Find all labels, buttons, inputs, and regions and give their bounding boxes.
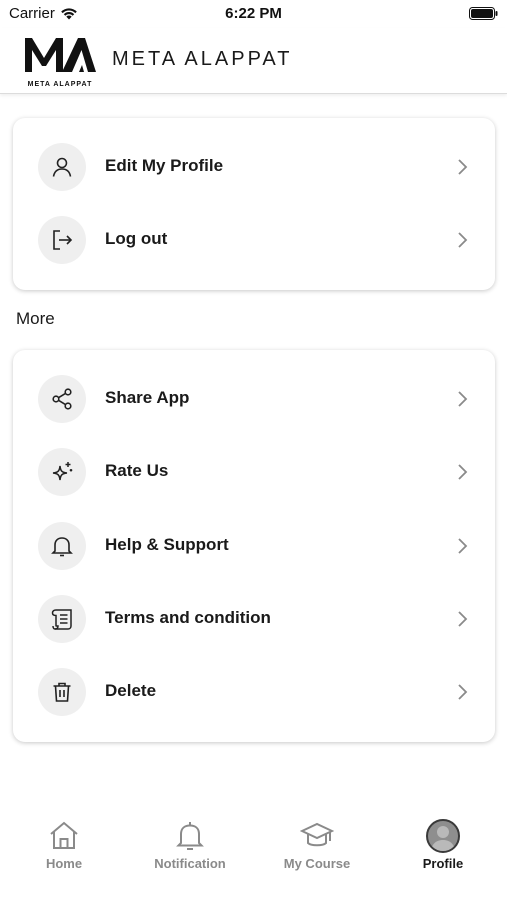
tab-profile[interactable]: Profile: [388, 819, 498, 879]
logout-icon: [38, 216, 86, 264]
user-icon: [38, 143, 86, 191]
chevron-right-icon: [458, 159, 468, 175]
chevron-right-icon: [458, 391, 468, 407]
more-menu-card: Share App Rate Us Help & Support Terms a…: [13, 350, 495, 742]
terms-label: Terms and condition: [105, 608, 271, 627]
bell-icon: [38, 522, 86, 570]
tab-notification-label: Notification: [154, 856, 226, 871]
logout-item[interactable]: Log out: [13, 214, 495, 266]
chevron-right-icon: [458, 232, 468, 248]
chevron-right-icon: [458, 464, 468, 480]
bottom-tab-bar: Home Notification My Course Profile: [0, 793, 507, 900]
account-menu-card: Edit My Profile Log out: [13, 118, 495, 290]
trash-icon: [38, 668, 86, 716]
home-icon: [50, 821, 78, 849]
delete-label: Delete: [105, 681, 157, 700]
sparkle-icon: [38, 448, 86, 496]
tab-my-course[interactable]: My Course: [262, 819, 372, 879]
delete-item[interactable]: Delete: [13, 666, 495, 718]
edit-profile-item[interactable]: Edit My Profile: [13, 141, 495, 193]
logout-label: Log out: [105, 229, 168, 248]
chevron-right-icon: [458, 538, 468, 554]
logo-caption: META ALAPPAT: [27, 81, 93, 88]
rate-us-item[interactable]: Rate Us: [13, 446, 495, 498]
help-support-item[interactable]: Help & Support: [13, 520, 495, 572]
chevron-right-icon: [458, 611, 468, 627]
graduation-cap-icon: [300, 822, 334, 847]
avatar-icon: [426, 819, 460, 853]
scroll-icon: [38, 595, 86, 643]
terms-item[interactable]: Terms and condition: [13, 593, 495, 645]
tab-home[interactable]: Home: [9, 819, 119, 879]
share-app-label: Share App: [105, 388, 190, 407]
battery-icon: [469, 7, 498, 20]
chevron-right-icon: [458, 684, 468, 700]
tab-home-label: Home: [45, 856, 83, 871]
status-bar: Carrier 6:22 PM: [0, 0, 507, 28]
brand-logo: META ALAPPAT: [22, 32, 98, 88]
app-header: META ALAPPAT META ALAPPAT: [0, 28, 507, 94]
rate-us-label: Rate Us: [105, 461, 169, 480]
more-section-title: More: [16, 309, 55, 328]
bell-icon: [176, 822, 204, 850]
status-time: 6:22 PM: [225, 5, 282, 22]
share-icon: [38, 375, 86, 423]
brand-name: META ALAPPAT: [112, 48, 293, 70]
tab-profile-label: Profile: [422, 856, 464, 871]
help-support-label: Help & Support: [105, 535, 229, 554]
edit-profile-label: Edit My Profile: [105, 156, 224, 175]
tab-my-course-label: My Course: [283, 856, 351, 871]
share-app-item[interactable]: Share App: [13, 373, 495, 425]
tab-notification[interactable]: Notification: [135, 819, 245, 879]
logo-mark: [25, 38, 96, 72]
